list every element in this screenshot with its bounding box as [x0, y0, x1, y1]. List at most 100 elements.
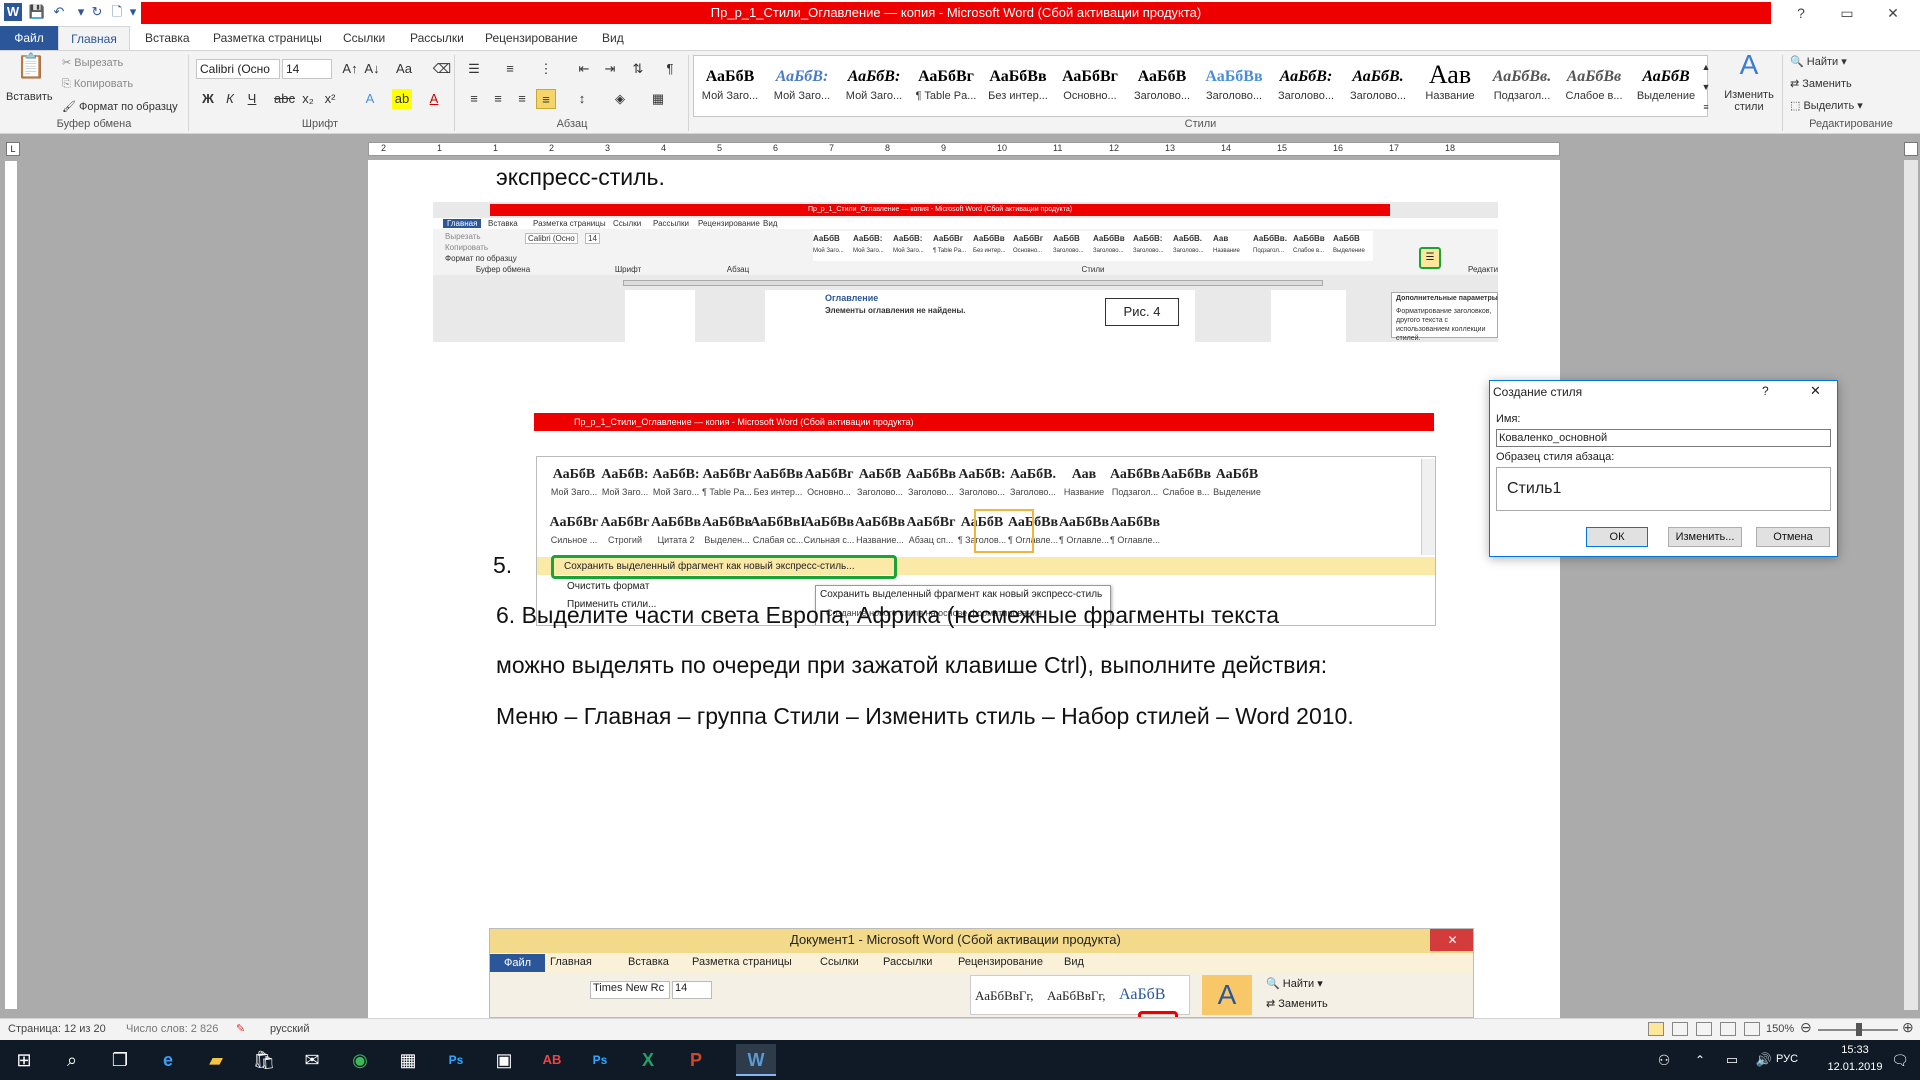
cancel-button[interactable]: Отмена [1756, 527, 1830, 547]
tab-review[interactable]: Рецензирование [475, 26, 588, 50]
underline-button[interactable]: Ч [242, 89, 262, 109]
tab-layout[interactable]: Разметка страницы [203, 26, 332, 50]
cut-button[interactable]: ✂ Вырезать [62, 56, 123, 69]
save-icon[interactable]: 💾 [28, 3, 46, 21]
dialog-help-button[interactable]: ? [1762, 384, 1769, 398]
increase-indent-icon[interactable]: ⇥ [600, 59, 620, 79]
customize-qat-icon[interactable]: ▾ [124, 3, 142, 21]
replace-button[interactable]: ⇄ Заменить [1790, 77, 1852, 90]
justify-icon[interactable]: ≡ [536, 89, 556, 109]
italic-button[interactable]: К [220, 89, 240, 109]
tab-file[interactable]: Файл [0, 26, 58, 50]
style-item[interactable]: АаБбВ Заголово... [1126, 56, 1198, 116]
print-layout-icon[interactable] [1648, 1022, 1664, 1036]
zoom-in-icon[interactable]: ⊕ [1902, 1019, 1914, 1036]
view-ruler-icon[interactable] [1904, 142, 1918, 156]
style-item[interactable]: АаБбВв. Подзагол... [1486, 56, 1558, 116]
people-icon[interactable]: ⚇ [1644, 1044, 1684, 1076]
chrome-icon[interactable]: ◉ [340, 1044, 380, 1076]
calculator-icon[interactable]: ▦ [388, 1044, 428, 1076]
gallery-more-icon[interactable]: ≡ [1700, 97, 1712, 117]
style-item[interactable]: АаБбВв Слабое в... [1558, 56, 1630, 116]
style-item[interactable]: Аав Название [1414, 56, 1486, 116]
tab-home[interactable]: Главная [58, 26, 130, 50]
align-right-icon[interactable]: ≡ [512, 89, 532, 109]
clock-time[interactable]: 15:33 [1820, 1044, 1890, 1056]
notifications-icon[interactable]: 🗨 [1882, 1044, 1918, 1076]
photoshop-icon[interactable]: Ps [436, 1044, 476, 1076]
vertical-ruler[interactable] [4, 160, 18, 1010]
dialog-close-button[interactable]: ✕ [1810, 383, 1821, 399]
sort-icon[interactable]: ⇅ [628, 59, 648, 79]
excel-icon[interactable]: X [628, 1044, 668, 1076]
clear-formatting-icon[interactable]: ⌫ [432, 59, 452, 79]
text-effects-icon[interactable]: A [360, 89, 380, 109]
line-spacing-icon[interactable]: ↕ [572, 89, 592, 109]
file-explorer-icon[interactable]: ▰ [196, 1044, 236, 1076]
close-button[interactable]: ✕ [1870, 0, 1916, 26]
style-item[interactable]: АаБбВв Без интер... [982, 56, 1054, 116]
clock-date[interactable]: 12.01.2019 [1820, 1061, 1890, 1073]
page-count[interactable]: Страница: 12 из 20 [8, 1023, 106, 1035]
change-case-icon[interactable]: Aa [394, 59, 414, 79]
paste-icon[interactable]: 📋 [16, 55, 46, 87]
style-item[interactable]: АаБбВв Заголово... [1198, 56, 1270, 116]
style-item[interactable]: АаБбВ: Мой Заго... [838, 56, 910, 116]
style-item[interactable]: АаБбВг Основно... [1054, 56, 1126, 116]
bullets-icon[interactable]: ☰ [464, 59, 484, 79]
font-name-box[interactable]: Calibri (Осно [196, 59, 280, 79]
store-icon[interactable]: 🛍 [244, 1044, 284, 1076]
numbering-icon[interactable]: ≡ [500, 59, 520, 79]
tab-selector-icon[interactable]: L [6, 142, 20, 156]
powerpoint-icon[interactable]: P [676, 1044, 716, 1076]
subscript-icon[interactable]: x₂ [298, 89, 318, 109]
edge-icon[interactable]: e [148, 1044, 188, 1076]
proofing-icon[interactable]: ✎ [236, 1022, 245, 1035]
style-item[interactable]: АаБбВ: Мой Заго... [766, 56, 838, 116]
ok-button[interactable]: ОК [1586, 527, 1648, 547]
shrink-font-icon[interactable]: A↓ [362, 59, 382, 79]
shading-icon[interactable]: ◈ [610, 89, 630, 109]
undo-icon[interactable]: ↶ [50, 3, 68, 21]
align-left-icon[interactable]: ≡ [464, 89, 484, 109]
grow-font-icon[interactable]: A↑ [340, 59, 360, 79]
document-page[interactable]: экспресс-стиль. Пр_р_1_Стили_Оглавление … [368, 160, 1560, 1018]
task-view-icon[interactable]: ❐ [100, 1044, 140, 1076]
modify-button[interactable]: Изменить... [1668, 527, 1742, 547]
strikethrough-icon[interactable]: abc [274, 89, 295, 109]
find-button[interactable]: 🔍 Найти ▾ [1790, 55, 1847, 68]
change-styles-button[interactable]: Изменить стили [1716, 89, 1782, 113]
input-language[interactable]: РУС [1776, 1053, 1798, 1065]
photoshop-icon-2[interactable]: Ps [580, 1044, 620, 1076]
gallery-scroll-up-icon[interactable]: ▲ [1700, 57, 1712, 77]
font-color-icon[interactable]: A [424, 89, 444, 109]
web-layout-icon[interactable] [1696, 1022, 1712, 1036]
style-item[interactable]: АаБбВг ¶ Table Pa... [910, 56, 982, 116]
abbyy-icon[interactable]: AB [532, 1044, 572, 1076]
horizontal-ruler[interactable]: 2 1 1 2 3 4 5 6 7 8 9 10 11 12 13 14 15 16 17 18 [368, 142, 1560, 156]
change-styles-icon[interactable]: A [1734, 51, 1764, 85]
superscript-icon[interactable]: x² [320, 89, 340, 109]
select-button[interactable]: ⬚ Выделить ▾ [1790, 99, 1863, 112]
bold-button[interactable]: Ж [198, 89, 218, 109]
decrease-indent-icon[interactable]: ⇤ [574, 59, 594, 79]
style-item[interactable]: АаБбВ: Заголово... [1270, 56, 1342, 116]
zoom-level[interactable]: 150% [1766, 1023, 1794, 1035]
tab-insert[interactable]: Вставка [135, 26, 200, 50]
tab-view[interactable]: Вид [592, 26, 634, 50]
align-center-icon[interactable]: ≡ [488, 89, 508, 109]
copy-button[interactable]: ⎘ Копировать [62, 78, 133, 91]
styles-gallery[interactable]: АаБбВ Мой Заго... АаБбВ: Мой Заго... АаБбВ: М… [693, 55, 1708, 117]
tab-references[interactable]: Ссылки [333, 26, 395, 50]
mail-icon[interactable]: ✉ [292, 1044, 332, 1076]
show-marks-icon[interactable]: ¶ [660, 59, 680, 79]
multilevel-list-icon[interactable]: ⋮ [536, 59, 556, 79]
vertical-scrollbar[interactable] [1904, 160, 1918, 1010]
search-icon[interactable]: ⌕ [52, 1044, 92, 1076]
word-taskbar-icon[interactable]: W [736, 1044, 776, 1076]
full-screen-icon[interactable] [1672, 1022, 1688, 1036]
outline-icon[interactable] [1720, 1022, 1736, 1036]
style-item[interactable]: АаБбВ. Заголово... [1342, 56, 1414, 116]
zoom-slider-thumb[interactable] [1856, 1023, 1862, 1036]
restore-button[interactable]: ▭ [1824, 0, 1870, 26]
